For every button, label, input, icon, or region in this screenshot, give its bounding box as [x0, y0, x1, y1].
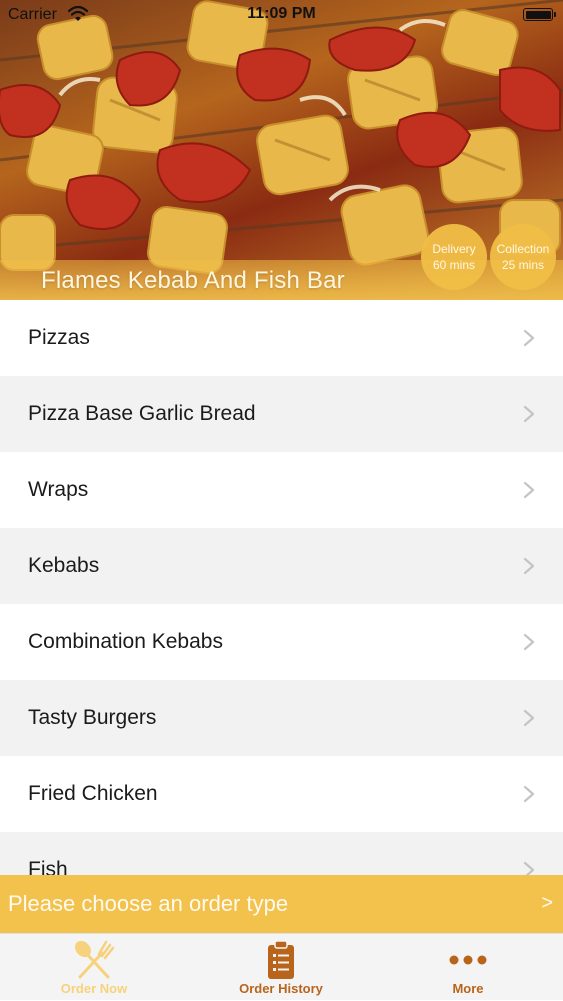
chevron-right-icon: [523, 329, 535, 352]
more-dots-icon: [448, 939, 488, 981]
menu-category-row[interactable]: Fish: [0, 832, 563, 875]
fork-spoon-icon: [72, 939, 116, 981]
order-type-prompt: Please choose an order type: [8, 891, 289, 916]
tab-order-now-label: Order Now: [60, 981, 128, 996]
menu-category-label: Pizza Base Garlic Bread: [28, 402, 256, 425]
menu-category-row[interactable]: Wraps: [0, 452, 563, 528]
chevron-right-icon: [523, 861, 535, 875]
clipboard-list-icon: [266, 939, 296, 981]
delivery-time-badge: Delivery 60 mins: [421, 224, 487, 290]
collection-label: Collection: [496, 242, 550, 256]
menu-category-label: Pizzas: [28, 326, 90, 349]
collection-time: 25 mins: [501, 258, 545, 272]
menu-category-row[interactable]: Pizza Base Garlic Bread: [0, 376, 563, 452]
chevron-right-icon: [523, 709, 535, 732]
chevron-right-icon: [523, 785, 535, 808]
menu-category-label: Fish: [28, 858, 68, 875]
menu-category-label: Fried Chicken: [28, 782, 158, 805]
status-bar: Carrier 11:09 PM: [0, 0, 563, 30]
menu-category-row[interactable]: Pizzas: [0, 300, 563, 376]
chevron-right-icon: [523, 633, 535, 656]
tab-more[interactable]: More: [428, 934, 508, 1001]
tab-order-history-label: Order History: [239, 981, 323, 996]
order-type-arrow-icon: >: [541, 892, 553, 914]
menu-category-row[interactable]: Kebabs: [0, 528, 563, 604]
tab-more-label: More: [452, 981, 484, 996]
menu-category-label: Wraps: [28, 478, 89, 501]
chevron-right-icon: [523, 481, 535, 504]
hero-banner: Flames Kebab And Fish Bar Delivery 60 mi…: [0, 0, 563, 300]
battery-icon: [523, 8, 556, 21]
delivery-label: Delivery: [432, 242, 476, 256]
tab-order-now[interactable]: Order Now: [44, 934, 144, 1001]
tab-order-history[interactable]: Order History: [221, 934, 341, 1001]
status-time: 11:09 PM: [247, 5, 316, 22]
choose-order-type-button[interactable]: Please choose an order type >: [0, 875, 563, 933]
menu-category-row[interactable]: Fried Chicken: [0, 756, 563, 832]
restaurant-name: Flames Kebab And Fish Bar: [41, 267, 345, 294]
menu-category-row[interactable]: Combination Kebabs: [0, 604, 563, 680]
tab-bar: Order Now Order History More: [0, 933, 563, 1000]
delivery-time: 60 mins: [432, 258, 476, 272]
menu-category-label: Kebabs: [28, 554, 100, 577]
chevron-right-icon: [523, 405, 535, 428]
chevron-right-icon: [523, 557, 535, 580]
menu-category-label: Combination Kebabs: [28, 630, 223, 653]
menu-category-label: Tasty Burgers: [28, 706, 157, 729]
collection-time-badge: Collection 25 mins: [490, 224, 556, 290]
menu-category-row[interactable]: Tasty Burgers: [0, 680, 563, 756]
menu-category-list[interactable]: Pizzas Pizza Base Garlic Bread Wraps Kebabs…: [0, 300, 563, 875]
